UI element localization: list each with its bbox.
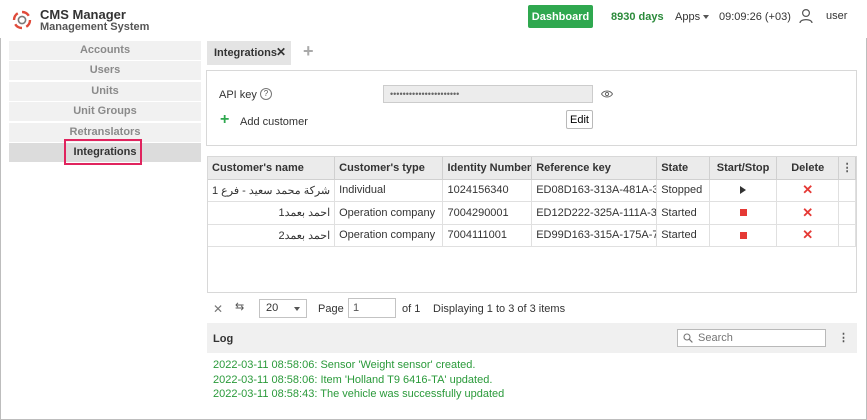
apps-menu[interactable]: Apps: [675, 11, 700, 23]
page-number-input[interactable]: [348, 298, 396, 318]
start-icon[interactable]: [740, 186, 747, 195]
cell-spacer: [838, 179, 856, 202]
delete-icon[interactable]: ✕: [802, 205, 813, 220]
header-start-stop[interactable]: Start/Stop: [709, 157, 778, 180]
cell-spacer: [838, 201, 856, 225]
cell-delete: ✕: [776, 224, 840, 247]
log-line: 2022-03-11 08:58:06: Item 'Holland T9 64…: [213, 373, 493, 386]
cell-start-stop: [709, 179, 778, 202]
cell-reference-key: ED99D163-315A-175A-78C9: [531, 224, 658, 247]
stop-icon[interactable]: [739, 231, 747, 239]
log-line: 2022-03-11 08:58:06: Sensor 'Weight sens…: [213, 359, 476, 371]
fit-columns-icon[interactable]: ⇆: [235, 300, 244, 313]
help-icon[interactable]: ?: [260, 88, 272, 100]
chevron-down-icon[interactable]: [294, 307, 300, 311]
displaying-info: Displaying 1 to 3 of 3 items: [433, 303, 566, 315]
cell-delete: ✕: [776, 179, 840, 202]
table-row[interactable]: احمد بعمد1 Operation company 7004290001 …: [208, 201, 856, 225]
days-counter: 8930 days: [611, 11, 664, 23]
log-line: 2022-03-11 08:58:43: The vehicle was suc…: [213, 388, 505, 400]
log-search-box[interactable]: [677, 329, 826, 347]
header-reference-key[interactable]: Reference key: [531, 157, 658, 180]
cell-identity-number: 1024156340: [442, 179, 533, 202]
pagination-bar: ✕ ⇆ 20 Page of 1 Displaying 1 to 3 of 3 …: [207, 298, 857, 320]
kebab-icon[interactable]: ⋮: [838, 331, 849, 344]
close-icon[interactable]: ✕: [276, 45, 286, 59]
selection-highlight: [64, 139, 142, 165]
cell-identity-number: 7004111001: [442, 224, 533, 247]
clear-filter-icon[interactable]: ✕: [213, 302, 223, 316]
cell-state: Started: [656, 201, 710, 225]
brand-title: CMS Manager: [40, 7, 126, 22]
api-key-input[interactable]: [383, 85, 593, 103]
more-icon[interactable]: ⋮: [838, 157, 856, 180]
delete-icon[interactable]: ✕: [802, 227, 813, 242]
cell-state: Stopped: [656, 179, 710, 202]
tab-integrations[interactable]: Integrations ✕: [207, 41, 291, 65]
search-icon: [683, 333, 693, 343]
cell-spacer: [838, 224, 856, 247]
sidebar-item-users[interactable]: Users: [9, 61, 201, 81]
search-input[interactable]: [698, 331, 818, 345]
table-row[interactable]: شركة محمد سعيد - فرع 1 Individual 102415…: [208, 179, 856, 202]
cell-reference-key: ED08D163-313A-481A-33C1: [531, 179, 658, 202]
page-label: Page: [318, 303, 344, 315]
header-customer-type[interactable]: Customer's type: [334, 157, 444, 180]
logo-icon: [12, 10, 32, 30]
add-tab-icon[interactable]: +: [303, 41, 314, 62]
table-row[interactable]: احمد بعمد2 Operation company 7004111001 …: [208, 224, 856, 247]
header-identity-number[interactable]: Identity Number: [442, 157, 533, 180]
cell-delete: ✕: [776, 201, 840, 225]
plus-icon[interactable]: +: [220, 112, 229, 128]
user-icon[interactable]: [799, 8, 813, 24]
log-title: Log: [213, 333, 234, 345]
sidebar-item-units[interactable]: Units: [9, 81, 201, 101]
kebab-icon[interactable]: ⋮: [842, 162, 853, 174]
sidebar-item-unit-groups[interactable]: Unit Groups: [9, 102, 201, 122]
cell-customer-name: احمد بعمد1: [208, 201, 336, 225]
customers-table: Customer's name Customer's type Identity…: [207, 156, 857, 293]
eye-icon[interactable]: [601, 90, 613, 98]
dashboard-button[interactable]: Dashboard: [528, 5, 593, 28]
top-header: CMS Manager Management System Dashboard …: [0, 0, 867, 38]
cell-start-stop: [709, 224, 778, 247]
add-customer-link[interactable]: Add customer: [240, 116, 308, 128]
cell-customer-type: Operation company: [334, 201, 444, 225]
delete-icon[interactable]: ✕: [802, 182, 813, 197]
cell-customer-type: Operation company: [334, 224, 444, 247]
page-count: of 1: [402, 303, 421, 315]
cell-state: Started: [656, 224, 710, 247]
user-name[interactable]: user: [826, 10, 847, 22]
log-lines: 2022-03-11 08:58:06: Sensor 'Weight sens…: [213, 358, 504, 402]
stop-icon[interactable]: [739, 209, 747, 217]
cell-customer-type: Individual: [334, 179, 444, 202]
api-key-label: API key: [219, 89, 257, 101]
sidebar-item-accounts[interactable]: Accounts: [9, 41, 201, 60]
cell-start-stop: [709, 201, 778, 225]
log-header: Log ⋮: [207, 323, 857, 353]
integration-settings-panel: API key ? + Add customer Edit: [206, 70, 857, 146]
tab-label: Integrations: [214, 47, 277, 59]
header-delete[interactable]: Delete: [776, 157, 840, 180]
brand-subtitle: Management System: [40, 21, 150, 33]
table-header-row: Customer's name Customer's type Identity…: [208, 157, 856, 180]
chevron-down-icon[interactable]: [703, 15, 709, 19]
cell-identity-number: 7004290001: [442, 201, 533, 225]
edit-button[interactable]: Edit: [566, 110, 593, 129]
cell-reference-key: ED12D222-325A-111A-32C9: [531, 201, 658, 225]
cell-customer-name: شركة محمد سعيد - فرع 1: [208, 179, 336, 202]
header-customer-name[interactable]: Customer's name: [208, 157, 336, 180]
clock: 09:09:26 (+03): [719, 11, 791, 23]
header-state[interactable]: State: [656, 157, 710, 180]
cell-customer-name: احمد بعمد2: [208, 224, 336, 247]
